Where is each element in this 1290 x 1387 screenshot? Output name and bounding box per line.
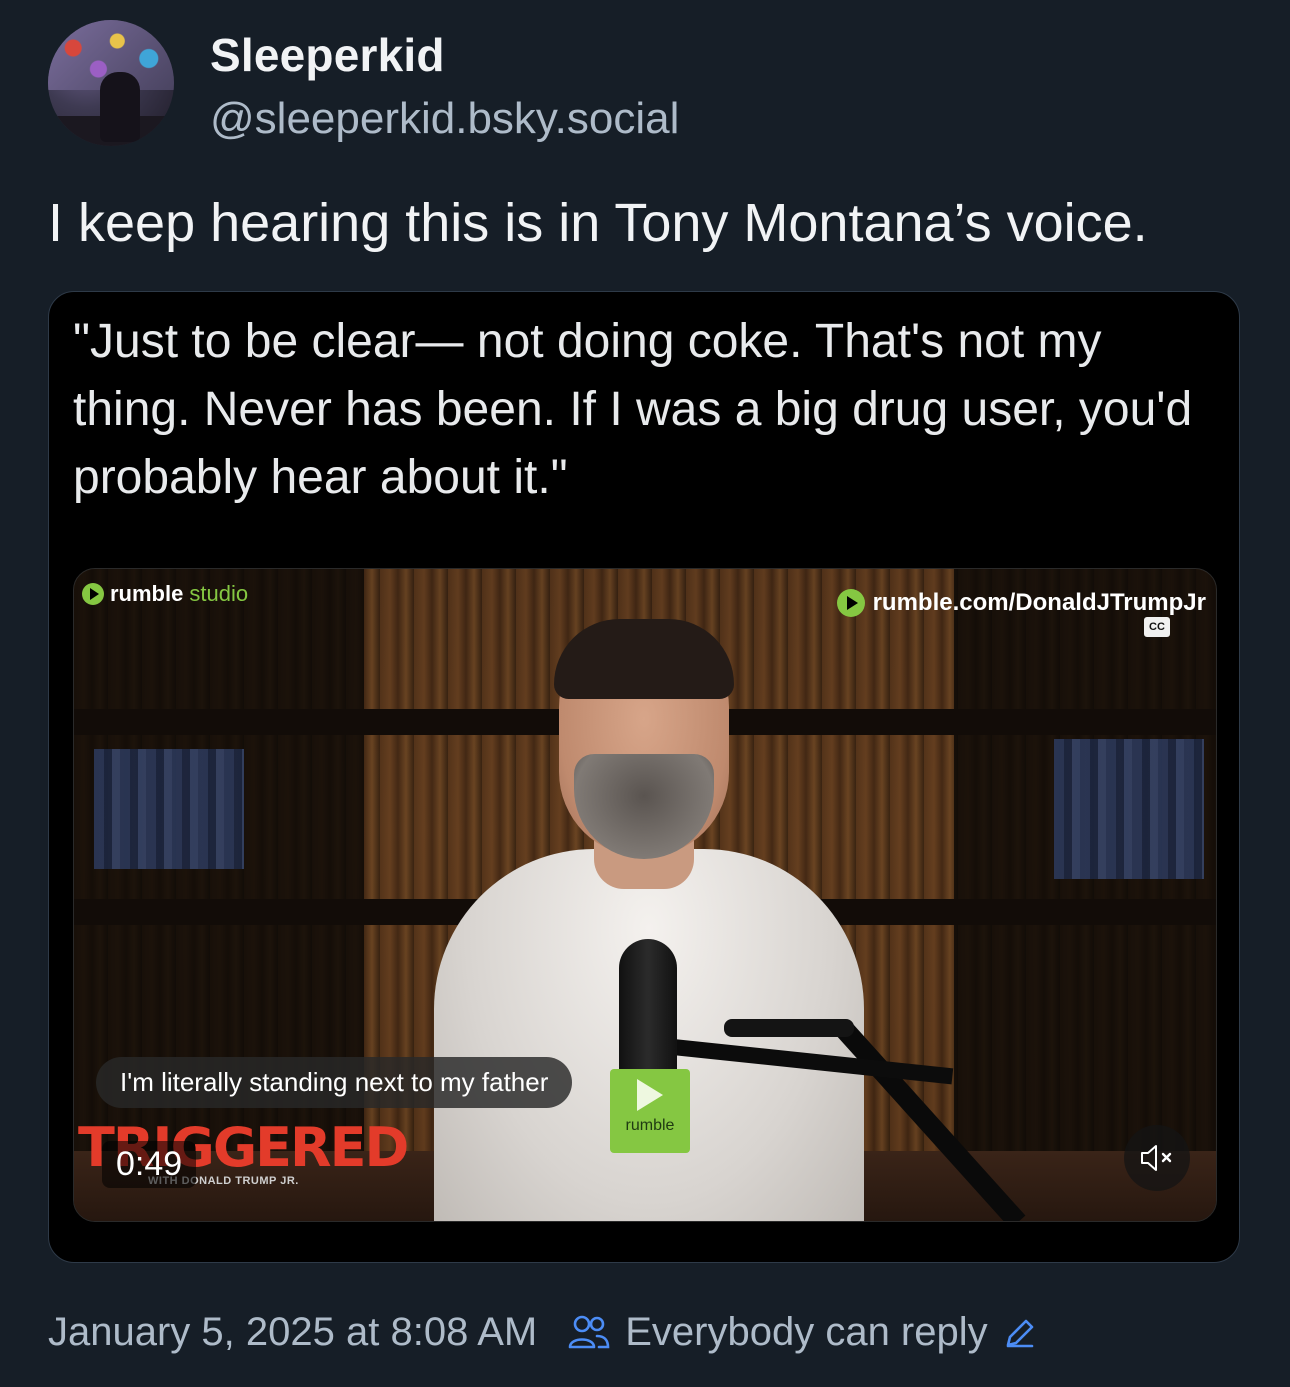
video-microphone: [619, 939, 677, 1079]
video-player[interactable]: rumble rumble studio rumble.com/DonaldJT…: [73, 568, 1217, 1222]
watermark-url-text: rumble.com/DonaldJTrumpJr: [872, 589, 1206, 616]
watermark-brand: rumble: [110, 581, 184, 606]
video-caption: I'm literally standing next to my father: [96, 1057, 573, 1108]
mute-icon: [1141, 1145, 1172, 1171]
play-icon: [836, 589, 865, 617]
author-handle[interactable]: @sleeperkid.bsky.social: [210, 94, 679, 144]
mute-button[interactable]: [1124, 1125, 1190, 1191]
video-blue-books-left: [94, 749, 244, 869]
avatar-person: [100, 72, 140, 142]
avatar[interactable]: [48, 20, 174, 146]
video-watermark-rumble-studio: rumble studio: [82, 581, 248, 607]
video-mic-flag-label: rumble: [625, 1117, 675, 1134]
cc-badge: CC: [1144, 617, 1170, 637]
author-display-name[interactable]: Sleeperkid: [210, 28, 445, 82]
play-icon: [82, 583, 104, 605]
watermark-suffix: studio: [189, 581, 249, 606]
post-text: I keep hearing this is in Tony Montana’s…: [48, 193, 1148, 253]
video-person-hair: [554, 619, 734, 699]
play-icon: [637, 1079, 663, 1111]
edit-pencil-icon[interactable]: [1002, 1315, 1038, 1351]
video-watermark-url: rumble.com/DonaldJTrumpJr: [836, 589, 1206, 617]
post-footer: January 5, 2025 at 8:08 AM Everybody can…: [48, 1310, 1038, 1355]
video-timestamp: 0:49: [102, 1141, 197, 1188]
video-blue-books-right: [1054, 739, 1204, 879]
people-icon[interactable]: [567, 1313, 611, 1353]
video-mic-flag: rumble: [610, 1069, 690, 1153]
embed-quote-text: "Just to be clear— not doing coke. That'…: [73, 315, 1193, 504]
media-embed[interactable]: "Just to be clear— not doing coke. That'…: [48, 291, 1240, 1263]
post-date[interactable]: January 5, 2025 at 8:08 AM: [48, 1310, 537, 1355]
video-shadow-right: [954, 569, 1216, 1221]
reply-setting[interactable]: Everybody can reply: [625, 1310, 987, 1355]
video-mic-mount: [724, 1019, 854, 1037]
